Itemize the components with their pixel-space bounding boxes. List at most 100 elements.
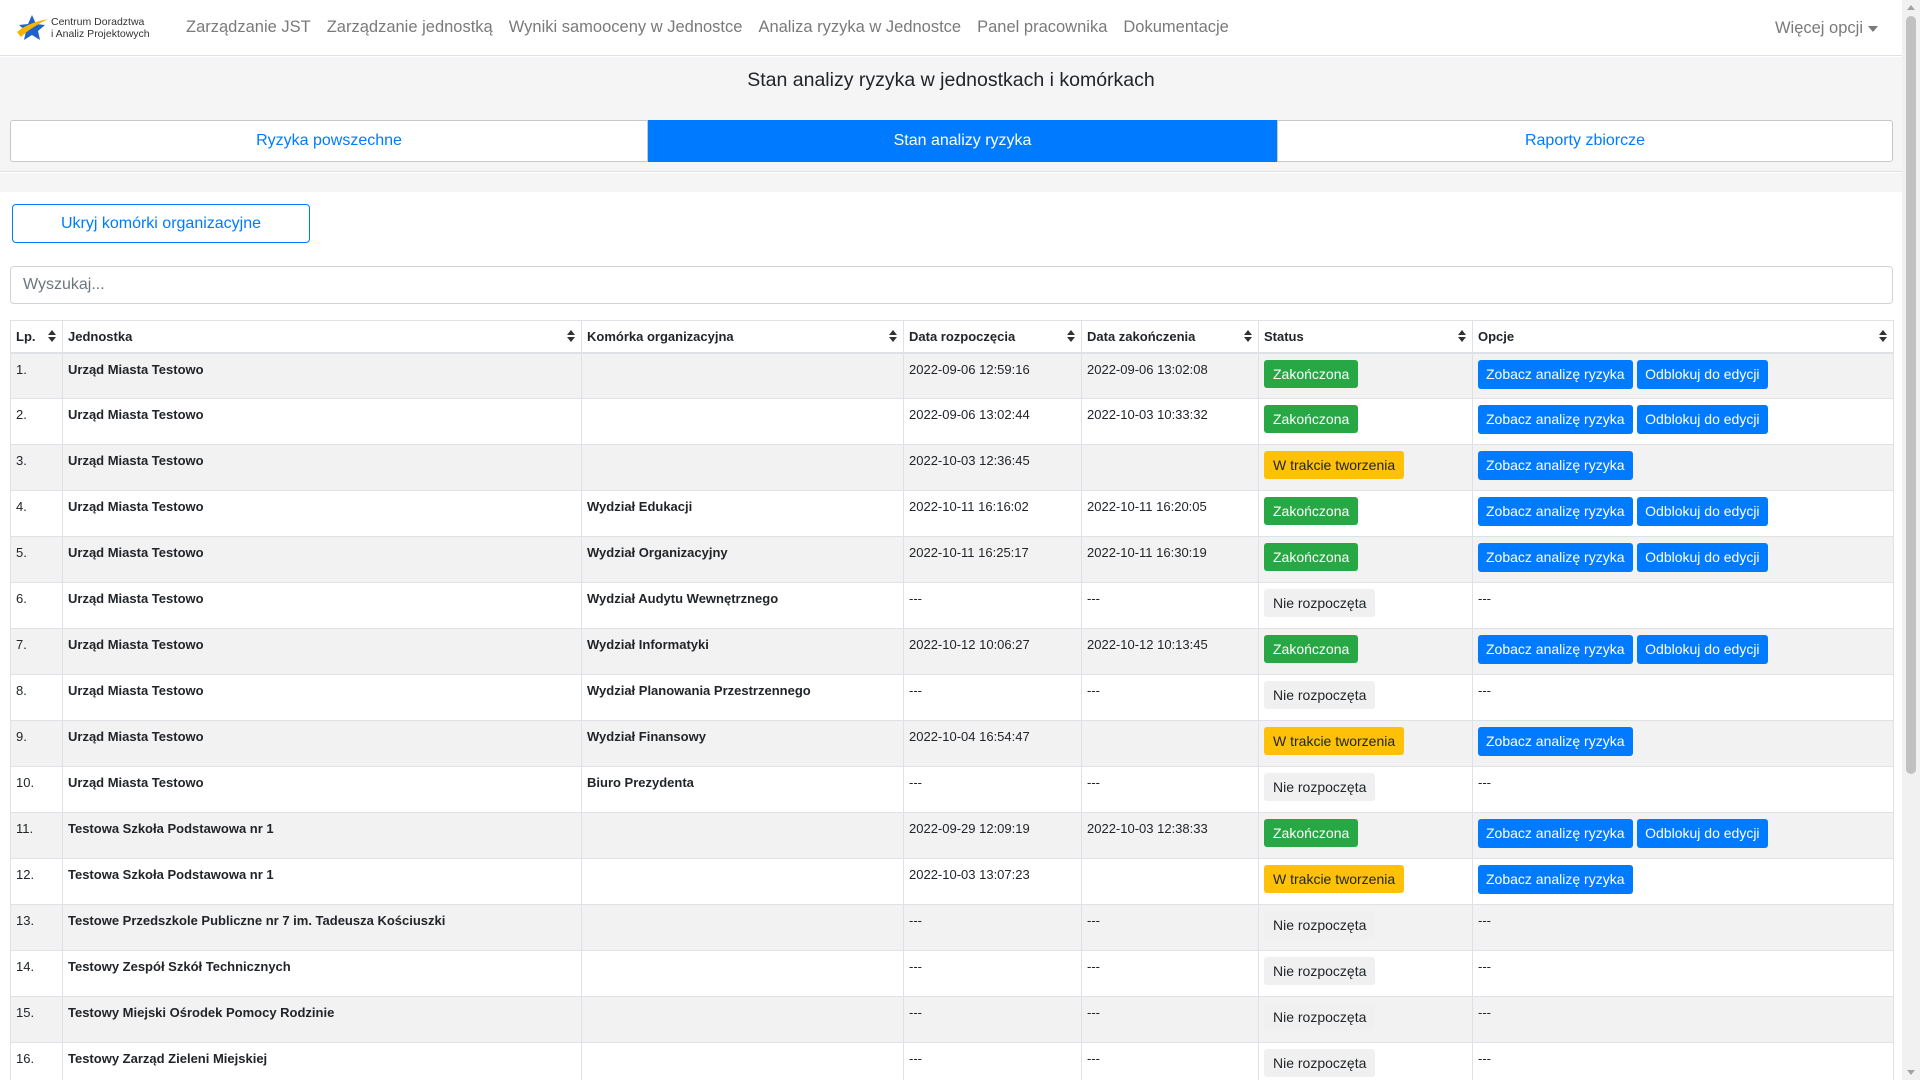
cell-data-zakonczenia: --- (1081, 950, 1259, 997)
view-risk-analysis-button[interactable]: Zobacz analizę ryzyka (1478, 405, 1633, 434)
cell-lp: 12. (10, 858, 63, 905)
cell-lp: 16. (10, 1042, 63, 1080)
unlock-edit-button[interactable]: Odblokuj do edycji (1637, 405, 1768, 434)
status-badge: Nie rozpoczęta (1264, 773, 1376, 801)
view-risk-analysis-button[interactable]: Zobacz analizę ryzyka (1478, 865, 1633, 894)
status-badge: W trakcie tworzenia (1264, 727, 1405, 755)
cell-data-zakonczenia: --- (1081, 674, 1259, 721)
col-header-komorka-label: Komórka organizacyjna (587, 328, 734, 344)
unlock-edit-button[interactable]: Odblokuj do edycji (1637, 359, 1768, 389)
col-header-jednostka[interactable]: Jednostka (62, 320, 582, 354)
cell-opcje: Zobacz analizę ryzyka Odblokuj do edycji (1472, 490, 1894, 537)
options-empty: --- (1478, 913, 1491, 928)
cell-data-zakonczenia (1081, 858, 1259, 905)
cell-komorka: Wydział Informatyki (581, 628, 904, 675)
tab-bar-spacer (0, 173, 1902, 192)
cell-opcje: Zobacz analizę ryzyka Odblokuj do edycji (1472, 628, 1894, 675)
more-options-dropdown[interactable]: Więcej opcji (1775, 0, 1878, 56)
cell-data-zakonczenia: 2022-10-11 16:20:05 (1081, 490, 1259, 537)
view-risk-analysis-button[interactable]: Zobacz analizę ryzyka (1478, 819, 1633, 848)
unlock-edit-button[interactable]: Odblokuj do edycji (1637, 819, 1768, 848)
cell-data-rozpoczecia: --- (903, 1042, 1082, 1080)
cell-data-zakonczenia (1081, 444, 1259, 491)
tab-raporty-zbiorcze[interactable]: Raporty zbiorcze (1277, 120, 1893, 162)
cell-jednostka: Testowy Zarząd Zieleni Miejskiej (62, 1042, 582, 1080)
cell-komorka: Wydział Planowania Przestrzennego (581, 674, 904, 721)
nav-item-zarzadzanie-jst[interactable]: Zarządzanie JST (186, 18, 311, 37)
cell-data-zakonczenia: 2022-10-03 10:33:32 (1081, 398, 1259, 445)
view-risk-analysis-button[interactable]: Zobacz analizę ryzyka (1478, 635, 1633, 664)
cell-status: Zakończona (1258, 628, 1473, 675)
status-badge: Nie rozpoczęta (1264, 1003, 1376, 1031)
cell-komorka (581, 398, 904, 445)
cell-jednostka: Testowy Miejski Ośrodek Pomocy Rodzinie (62, 996, 582, 1043)
view-risk-analysis-button[interactable]: Zobacz analizę ryzyka (1478, 727, 1633, 756)
cell-data-zakonczenia: --- (1081, 1042, 1259, 1080)
table-row: 14. Testowy Zespół Szkół Technicznych --- -… (10, 950, 1894, 997)
brand-logo[interactable]: Centrum Doradztwa i Analiz Projektowych (15, 11, 165, 45)
col-header-status[interactable]: Status (1258, 320, 1473, 354)
nav-item-panel-pracownika[interactable]: Panel pracownika (977, 18, 1107, 37)
unlock-edit-button[interactable]: Odblokuj do edycji (1637, 635, 1768, 664)
cell-komorka (581, 812, 904, 859)
nav-item-wyniki-samooceny[interactable]: Wyniki samooceny w Jednostce (509, 18, 743, 37)
options-empty: --- (1478, 959, 1491, 974)
tabs: Ryzyka powszechne Stan analizy ryzyka Ra… (10, 120, 1893, 162)
cell-data-zakonczenia: 2022-10-03 12:38:33 (1081, 812, 1259, 859)
view-risk-analysis-button[interactable]: Zobacz analizę ryzyka (1478, 451, 1633, 480)
scroll-down-arrow-icon[interactable] (1907, 1070, 1915, 1075)
scroll-up-arrow-icon[interactable] (1907, 5, 1915, 10)
page-scrollbar[interactable] (1902, 0, 1920, 1080)
cell-opcje: Zobacz analizę ryzyka (1472, 444, 1894, 491)
nav-item-analiza-ryzyka[interactable]: Analiza ryzyka w Jednostce (758, 18, 961, 37)
table-row: 4. Urząd Miasta Testowo Wydział Edukacji 20… (10, 490, 1894, 537)
search-input[interactable] (10, 266, 1893, 304)
cell-data-rozpoczecia: 2022-09-06 13:02:44 (903, 398, 1082, 445)
cell-opcje: --- (1472, 1042, 1894, 1080)
options-empty: --- (1478, 683, 1491, 698)
sort-icon (567, 330, 575, 343)
view-risk-analysis-button[interactable]: Zobacz analizę ryzyka (1478, 543, 1633, 572)
col-header-data-zakonczenia-label: Data zakończenia (1087, 328, 1196, 344)
table-row: 12. Testowa Szkoła Podstawowa nr 1 2022-10… (10, 858, 1894, 905)
cell-lp: 11. (10, 812, 63, 859)
cell-lp: 8. (10, 674, 63, 721)
table-row: 8. Urząd Miasta Testowo Wydział Planowania… (10, 674, 1894, 721)
col-header-komorka[interactable]: Komórka organizacyjna (581, 320, 904, 354)
tab-bar: Ryzyka powszechne Stan analizy ryzyka Ra… (0, 110, 1902, 172)
view-risk-analysis-button[interactable]: Zobacz analizę ryzyka (1478, 497, 1633, 526)
cell-jednostka: Urząd Miasta Testowo (62, 536, 582, 583)
cell-status: W trakcie tworzenia (1258, 444, 1473, 491)
col-header-opcje[interactable]: Opcje (1472, 320, 1894, 354)
col-header-jednostka-label: Jednostka (68, 328, 133, 344)
cell-komorka (581, 444, 904, 491)
cell-jednostka: Urząd Miasta Testowo (62, 490, 582, 537)
cell-opcje: Zobacz analizę ryzyka Odblokuj do edycji (1472, 398, 1894, 445)
table-row: 7. Urząd Miasta Testowo Wydział Informatyk… (10, 628, 1894, 675)
unlock-edit-button[interactable]: Odblokuj do edycji (1637, 543, 1768, 572)
hide-org-units-button[interactable]: Ukryj komórki organizacyjne (12, 204, 310, 243)
cell-jednostka: Urząd Miasta Testowo (62, 444, 582, 491)
nav-item-zarzadzanie-jednostka[interactable]: Zarządzanie jednostką (327, 18, 493, 37)
cell-data-rozpoczecia: 2022-10-11 16:16:02 (903, 490, 1082, 537)
tab-ryzyka-powszechne[interactable]: Ryzyka powszechne (10, 120, 648, 162)
cell-lp: 14. (10, 950, 63, 997)
nav-item-dokumentacje[interactable]: Dokumentacje (1123, 18, 1228, 37)
col-header-lp[interactable]: Lp. (10, 320, 63, 354)
cell-lp: 15. (10, 996, 63, 1043)
table-row: 13. Testowe Przedszkole Publiczne nr 7 im… (10, 904, 1894, 951)
cell-jednostka: Testowe Przedszkole Publiczne nr 7 im. T… (62, 904, 582, 951)
tab-stan-analizy-ryzyka[interactable]: Stan analizy ryzyka (648, 120, 1277, 162)
status-badge: Nie rozpoczęta (1264, 681, 1376, 709)
status-badge: Zakończona (1264, 405, 1359, 433)
options-empty: --- (1478, 591, 1491, 606)
view-risk-analysis-button[interactable]: Zobacz analizę ryzyka (1478, 359, 1633, 389)
col-header-data-rozpoczecia[interactable]: Data rozpoczęcia (903, 320, 1082, 354)
cell-opcje: --- (1472, 996, 1894, 1043)
scrollbar-thumb[interactable] (1906, 16, 1916, 774)
cell-komorka: Wydział Audytu Wewnętrznego (581, 582, 904, 629)
col-header-data-zakonczenia[interactable]: Data zakończenia (1081, 320, 1259, 354)
sort-icon (1458, 330, 1466, 343)
cell-data-zakonczenia (1081, 720, 1259, 767)
unlock-edit-button[interactable]: Odblokuj do edycji (1637, 497, 1768, 526)
